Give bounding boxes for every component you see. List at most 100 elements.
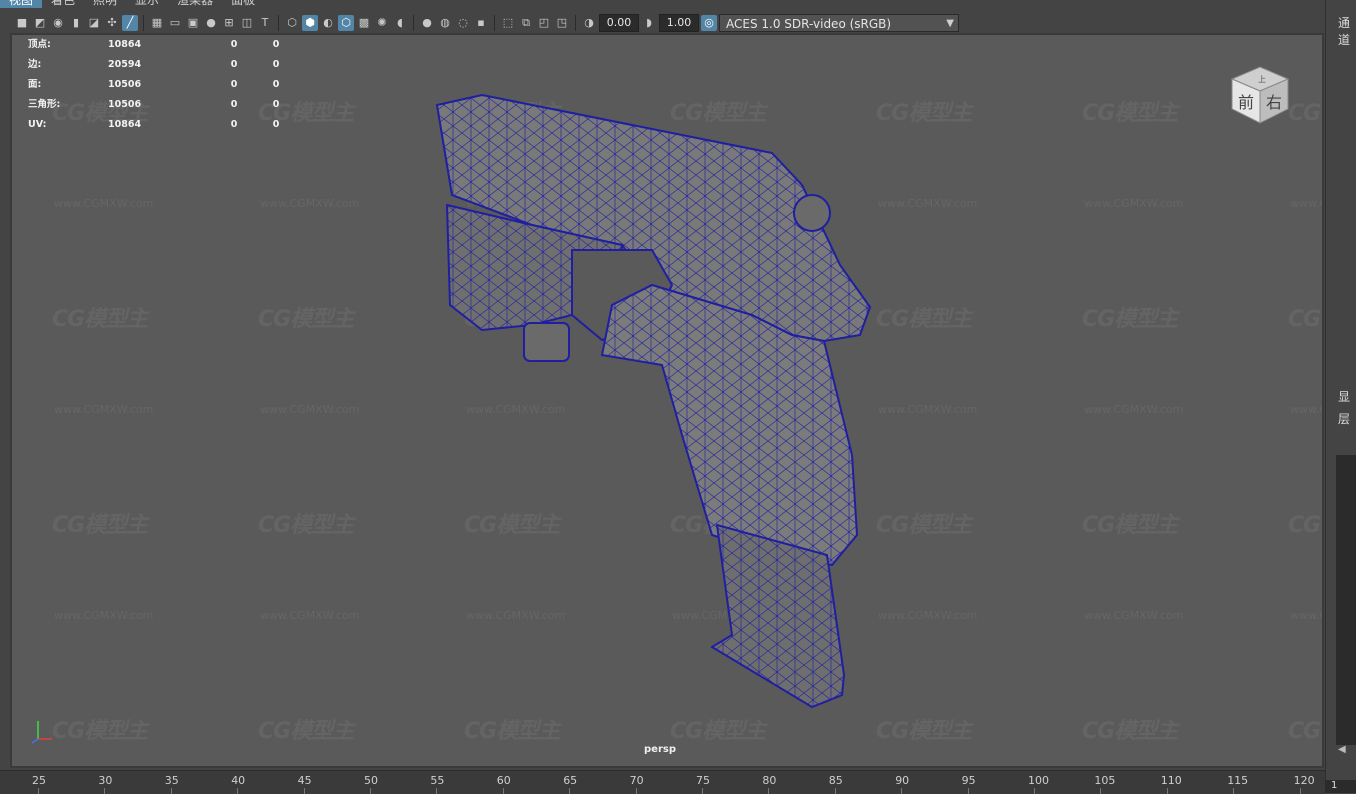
hud-value: 0 [272,79,280,90]
hud-label: 边: [28,59,42,70]
hud-value: 0 [230,59,238,70]
timeline-tick [104,788,106,794]
timeline-tick-label: 115 [1227,774,1249,787]
timeline-tick-label: 110 [1160,774,1182,787]
motion-blur-icon[interactable]: ◍ [437,15,453,31]
screen-space-ao-icon[interactable]: ● [419,15,435,31]
timeline-tick-label: 100 [1028,774,1049,787]
hud-label: 面: [28,79,42,90]
menu-panels[interactable]: 面板 [222,0,264,8]
timeline-tick [967,788,969,794]
gate-mask-icon[interactable]: ● [203,15,219,31]
shadows-icon[interactable]: ◖ [392,15,408,31]
scroll-left-icon[interactable]: ◀ [1338,744,1346,755]
exposure-field[interactable]: 0.00 [599,13,639,32]
chevron-down-icon: ▼ [946,17,954,29]
timeline-tick [436,788,438,794]
exposure-icon[interactable]: ◑ [581,15,597,31]
gamma-field[interactable]: 1.00 [659,13,699,32]
timeline-tick-label: 50 [364,774,378,787]
hud-value: 10506 [108,99,142,110]
channel-box-panel: 通道 显 层 ◀ [1325,0,1356,793]
lights-icon[interactable]: ✺ [374,15,390,31]
textured-icon[interactable]: ▩ [356,15,372,31]
menu-show[interactable]: 显示 [126,0,168,8]
perspective-viewport[interactable]: CG模型主CG模型主CG模型主CG模型主CG模型主CG模型主CG模型主CG模型主… [12,35,1322,766]
color-management-icon[interactable]: ◎ [701,14,717,31]
image-plane-icon[interactable]: ◪ [86,15,102,31]
menu-renderer[interactable]: 渲染器 [168,0,222,8]
viewcube-right-label: 右 [1266,93,1282,112]
hud-value: 10506 [108,79,142,90]
isolate-select-icon[interactable]: ⬚ [500,15,516,31]
view-transform-label: ACES 1.0 SDR-video (sRGB) [726,16,892,31]
xray-joints-icon[interactable]: ◰ [536,15,552,31]
lock-camera-icon[interactable]: ✣ [104,15,120,31]
default-material-icon[interactable]: ◐ [320,15,336,31]
safe-action-icon[interactable]: ◫ [239,15,255,31]
menu-lighting[interactable]: 照明 [84,0,126,8]
axis-gizmo [32,721,52,744]
bookmark-icon[interactable]: ▮ [68,15,84,31]
hud-value: 0 [230,99,238,110]
view-transform-dropdown[interactable]: ACES 1.0 SDR-video (sRGB) ▼ [719,13,959,32]
menu-shading[interactable]: 着色 [42,0,84,8]
layer-tab[interactable]: 层 [1338,410,1350,427]
timeline-tick-label: 85 [828,774,843,787]
menu-view[interactable]: 视图 [0,0,43,8]
antialias-icon[interactable]: ◌ [455,15,471,31]
poly-count-hud: 顶点: 10864 0 0 边: 20594 0 0 面: 10506 0 0 … [28,35,286,135]
timeline-tick [702,788,703,794]
backface-culling-icon[interactable]: ◳ [554,15,570,31]
toolbar-separator [575,14,576,31]
timeline-tick [370,788,371,794]
wireframe-on-shaded-icon[interactable]: ⬡ [338,14,354,31]
timeline-tick-label: 65 [563,774,578,787]
display-tab[interactable]: 显 [1338,388,1350,405]
xray-icon[interactable]: ⧉ [518,15,534,31]
timeline-tick-label: 105 [1094,774,1116,787]
timeline-tick-label: 55 [430,774,445,787]
timeline-tick [1166,788,1168,794]
layer-list[interactable] [1336,455,1356,745]
2d-pan-icon[interactable]: ╱ [122,14,138,31]
hud-value: 0 [230,39,238,50]
timeline-tick [901,788,903,794]
timeline-tick [1100,788,1102,794]
timeline-tick-label: 70 [629,774,644,787]
depth-of-field-icon[interactable]: ▪ [473,15,489,31]
gun-hammer [793,194,831,232]
gamma-icon[interactable]: ◗ [641,15,657,31]
timeline-tick-label: 45 [297,774,312,787]
channel-box-tab[interactable]: 通道 [1338,14,1356,48]
wireframe-icon[interactable]: ⬡ [284,15,300,31]
camera-attr-icon[interactable]: ◩ [32,15,48,31]
smooth-shade-icon[interactable]: ⬢ [302,14,318,31]
timeline-tick-label: 40 [231,774,246,787]
field-chart-icon[interactable]: ⊞ [221,15,237,31]
timeline-tick-label: 35 [164,774,179,787]
hud-value: 0 [272,39,280,50]
grid-icon[interactable]: ▦ [149,15,165,31]
safe-title-icon[interactable]: T [257,15,273,31]
film-gate-icon[interactable]: ▭ [167,15,183,31]
camera-icon[interactable]: ■ [14,15,30,31]
hud-label: 顶点: [28,39,51,50]
time-slider[interactable]: 25 30 35 40 45 50 55 60 65 70 75 80 85 90 95 100 105 110 1… [0,770,1325,794]
timeline-tick-label: 90 [895,774,910,787]
hud-label: UV: [28,119,47,130]
timeline-tick [569,788,571,794]
hud-value: 0 [272,59,280,70]
snapshot-icon[interactable]: ◉ [50,15,66,31]
toolbar-separator [278,14,279,31]
pistol-model[interactable] [12,35,1322,766]
viewcube-top-label: 上 [1258,75,1266,84]
hud-row-uvs: UV: 10864 0 0 [28,115,286,135]
timeline-tick [38,788,39,794]
timeline-tick [237,788,239,794]
timeline-tick [170,788,172,794]
timeline-tick-label: 25 [32,774,46,787]
view-cube[interactable]: 上 前 右 [1228,63,1292,127]
current-frame-field[interactable]: 1 [1325,780,1356,793]
resolution-gate-icon[interactable]: ▣ [185,15,201,31]
